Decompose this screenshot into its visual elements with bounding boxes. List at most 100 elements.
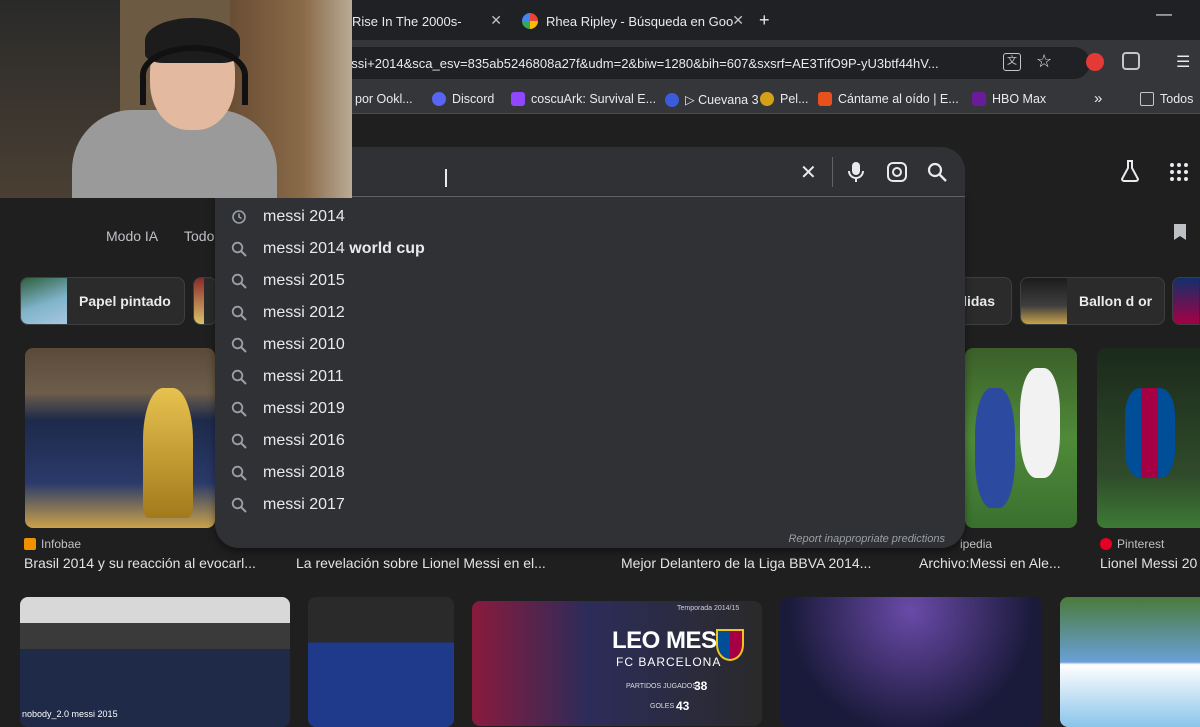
suggestion-item[interactable]: messi 2015: [215, 265, 965, 297]
chip-papel-pintado[interactable]: Papel pintado: [20, 277, 185, 325]
webcam-overlay: [0, 0, 352, 198]
pinterest-icon: [1100, 538, 1112, 550]
bookmark-pel[interactable]: Pel...: [760, 92, 809, 106]
player-argentina: [975, 388, 1015, 508]
bookmark-hbo[interactable]: HBO Max: [972, 92, 1046, 106]
translate-icon[interactable]: 文: [1003, 53, 1021, 71]
extension-red-icon[interactable]: [1086, 53, 1104, 71]
new-tab-button[interactable]: +: [759, 10, 770, 31]
suggestion-text: messi 2014: [263, 208, 345, 225]
result-image-ceremony[interactable]: nobody_2.0 messi 2015: [20, 597, 290, 727]
extensions-puzzle-icon[interactable]: [1122, 52, 1140, 70]
bookmark-todos[interactable]: Todos: [1140, 92, 1193, 106]
labs-flask-icon[interactable]: [1120, 160, 1140, 182]
clear-search-icon[interactable]: ✕: [800, 160, 817, 185]
suggestion-text: messi 2011: [263, 368, 344, 385]
headset-icon: [140, 45, 248, 105]
tab-modo-ia[interactable]: Modo IA: [106, 228, 158, 244]
suggestion-text: messi 2010: [263, 336, 345, 353]
stat-label: PARTIDOS JUGADOS: [626, 683, 697, 690]
tab-title: Rise In The 2000s-: [352, 13, 462, 29]
lens-camera-icon[interactable]: [887, 162, 907, 187]
player-barcelona: [1125, 388, 1175, 478]
player-germany: [1020, 368, 1060, 478]
result-image-suit[interactable]: [308, 597, 454, 727]
search-icon: [231, 465, 247, 481]
bookmark-label: coscuArk: Survival E...: [531, 92, 657, 106]
suggestion-item[interactable]: messi 2011: [215, 361, 965, 393]
result-image-stage[interactable]: [780, 597, 1042, 727]
result-image-wikipedia[interactable]: [965, 348, 1077, 528]
result-caption[interactable]: Brasil 2014 y su reacción al evocarl...: [24, 555, 274, 571]
world-cup-trophy: [143, 388, 193, 518]
suggestion-item[interactable]: messi 2016: [215, 425, 965, 457]
google-g-icon: [522, 13, 538, 29]
chip-label: lidas: [963, 293, 995, 309]
pel-icon: [760, 92, 774, 106]
bookmark-ookla[interactable]: por Ookl...: [355, 92, 413, 106]
bookmark-label: HBO Max: [992, 92, 1047, 106]
apps-grid-icon[interactable]: [1170, 163, 1188, 181]
suggestion-text: messi 2012: [263, 304, 345, 321]
suggestion-item[interactable]: messi 2017: [215, 489, 965, 521]
cuevana-icon: [665, 92, 679, 107]
infobae-icon: [24, 538, 36, 550]
twitch-icon: [511, 92, 525, 106]
chip-ballon-dor[interactable]: Ballon d or: [1020, 277, 1165, 325]
barcelona-crest-icon: [716, 629, 744, 661]
reading-list-icon[interactable]: ☰: [1176, 52, 1190, 72]
mic-icon[interactable]: [848, 161, 864, 188]
result-image-pinterest[interactable]: [1097, 348, 1200, 528]
bookmark-star-icon[interactable]: ☆: [1036, 51, 1052, 72]
chip-partial-right[interactable]: [1172, 277, 1200, 325]
address-bar[interactable]: essi+2014&sca_esv=835ab5246808a27f&udm=2…: [330, 47, 1090, 79]
search-icon: [231, 401, 247, 417]
suggestion-text: messi 2015: [263, 272, 345, 289]
url-text: essi+2014&sca_esv=835ab5246808a27f&udm=2…: [344, 55, 939, 71]
result-image-infobae[interactable]: [25, 348, 215, 528]
chip-thumbnail: [1173, 278, 1199, 324]
close-icon[interactable]: ✕: [490, 12, 502, 29]
chip-partial[interactable]: [193, 277, 217, 325]
report-predictions-link[interactable]: Report inappropriate predictions: [788, 533, 945, 545]
close-icon[interactable]: ✕: [732, 12, 744, 29]
watermark-text: nobody_2.0 messi 2015: [22, 709, 118, 719]
result-caption[interactable]: Mejor Delantero de la Liga BBVA 2014...: [621, 555, 901, 571]
search-icon: [231, 337, 247, 353]
chip-thumbnail: [1021, 278, 1067, 324]
bookmark-twitch[interactable]: coscuArk: Survival E...: [511, 92, 656, 106]
result-image-argentina[interactable]: [1060, 597, 1200, 727]
bookmark-discord[interactable]: Discord: [432, 92, 494, 106]
suggestion-item[interactable]: messi 2018: [215, 457, 965, 489]
suggestion-item[interactable]: messi 2012: [215, 297, 965, 329]
more-bookmarks-icon[interactable]: »: [1094, 90, 1102, 107]
tab-todo[interactable]: Todo: [184, 228, 214, 244]
divider: [832, 157, 833, 187]
suggestion-item[interactable]: messi 2010: [215, 329, 965, 361]
suggestion-item[interactable]: messi 2019: [215, 393, 965, 425]
history-icon: [231, 209, 247, 225]
bookmark-cuevana[interactable]: ▷ Cuevana 3: [665, 92, 759, 107]
result-source: Infobae: [24, 537, 81, 551]
search-icon: [231, 273, 247, 289]
result-caption[interactable]: Lionel Messi 20: [1100, 555, 1200, 571]
discord-icon: [432, 92, 446, 106]
suggestion-item[interactable]: messi 2014: [215, 201, 965, 233]
tab-rise-2000s[interactable]: Rise In The 2000s- ✕: [340, 6, 508, 36]
result-caption[interactable]: Archivo:Messi en Ale...: [919, 555, 1079, 571]
result-image-leo-messi-barcelona[interactable]: Temporada 2014/15 LEO MESSI FC BARCELONA…: [472, 601, 762, 726]
autocomplete-dropdown: messi 2014 messi 2014 world cup messi 2015…: [215, 196, 965, 548]
tab-rhea-ripley[interactable]: Rhea Ripley - Búsqueda en Goo ✕: [510, 6, 750, 36]
search-icon: [231, 241, 247, 257]
stat-value: 38: [694, 679, 708, 693]
suggestion-item[interactable]: messi 2014 world cup: [215, 233, 965, 265]
search-icon: [231, 305, 247, 321]
result-caption[interactable]: La revelación sobre Lionel Messi en el..…: [296, 555, 566, 571]
text-cursor-icon: [445, 169, 447, 187]
bookmark-label: Cántame al oído | E...: [838, 92, 959, 106]
chip-thumbnail: [21, 278, 67, 324]
result-source: Pinterest: [1100, 537, 1164, 551]
search-icon[interactable]: [927, 162, 947, 187]
minimize-icon[interactable]: —: [1156, 6, 1172, 24]
bookmark-cantame[interactable]: Cántame al oído | E...: [818, 92, 959, 106]
